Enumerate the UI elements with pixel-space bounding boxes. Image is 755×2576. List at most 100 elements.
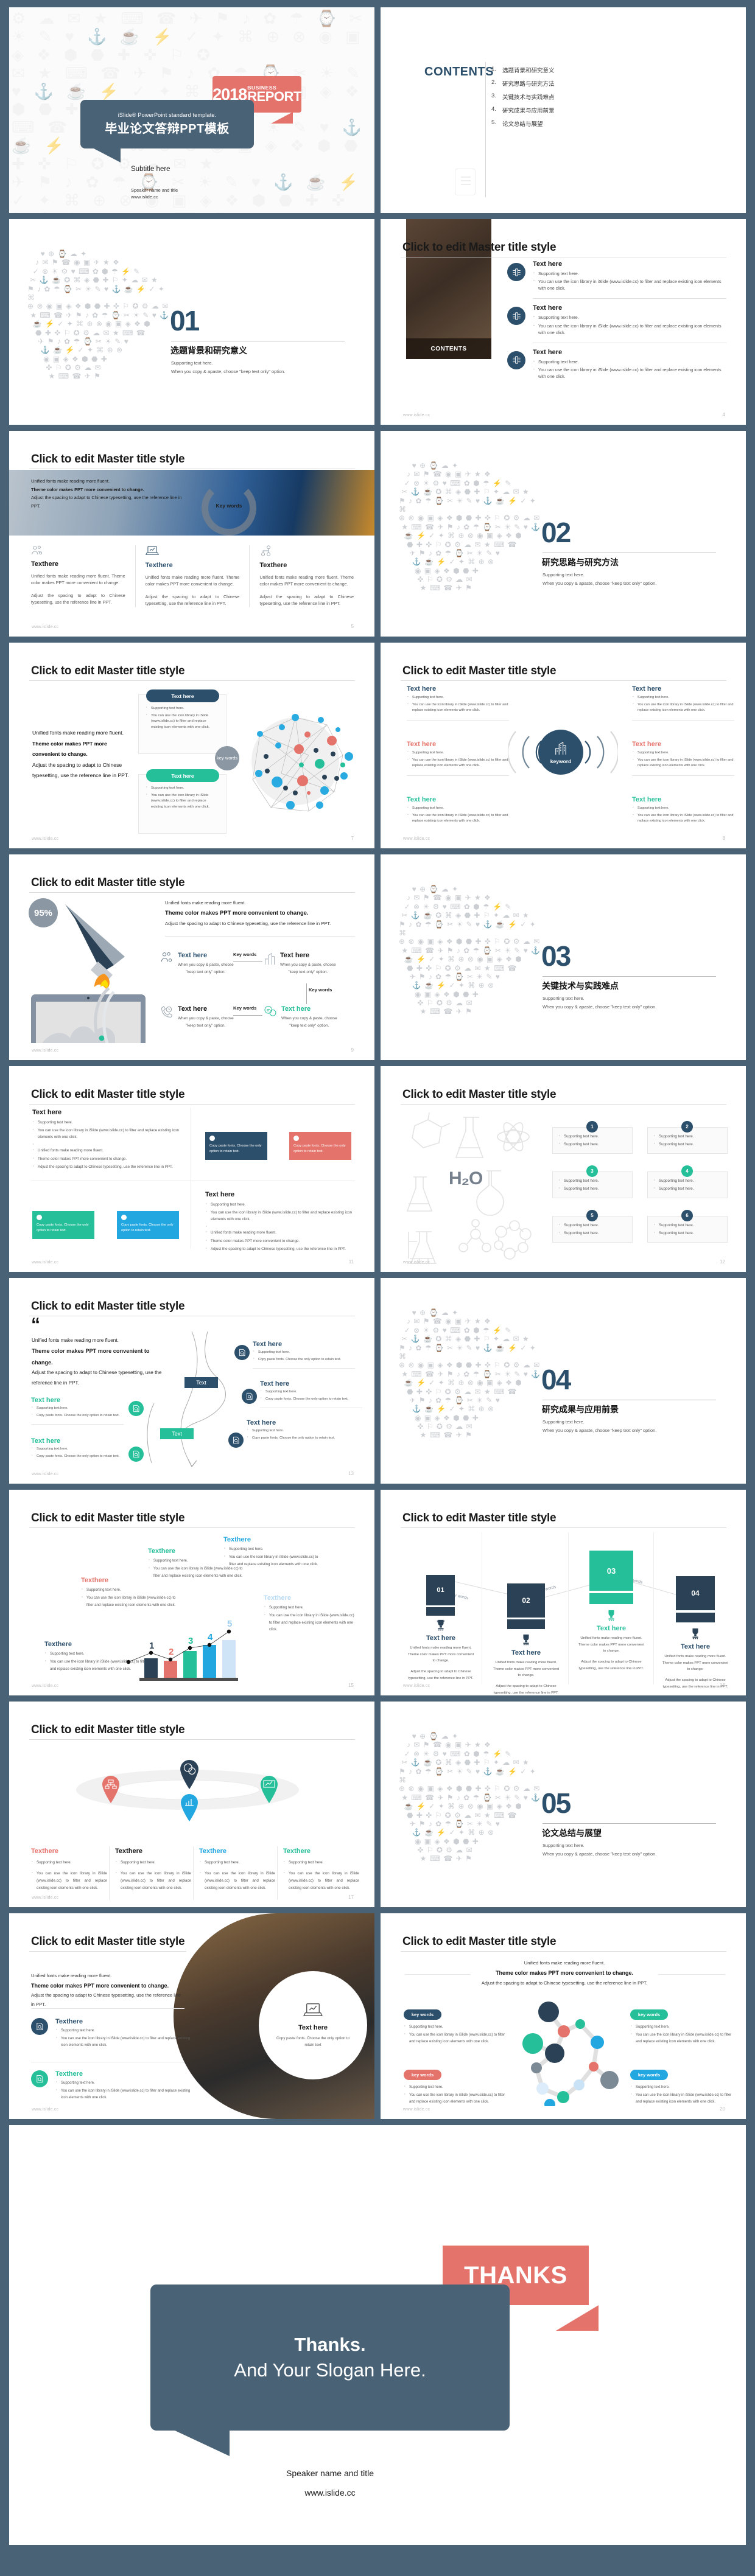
col-p1: Unified fonts make reading more fluent. … — [145, 574, 240, 587]
slide-section-03[interactable]: ♥ ⊕ ⌚ ☁ ✦ ♪ ✉ ⚑ ☎ ◉ ▣ ✈ ★ ❖ ✓ ⊗ ☀ ⚙ ♥ ⌨ … — [381, 854, 746, 1060]
tag-green[interactable]: Text — [160, 1428, 194, 1439]
step-head: Text here — [426, 1635, 456, 1642]
lead-3: Adjust the spacing to adapt to Chinese t… — [32, 761, 129, 779]
slide-5-banner-three-col[interactable]: Click to edit Master title style Unified… — [9, 431, 374, 637]
title-rule — [401, 1951, 726, 1952]
thanks-main-bubble: Thanks. And Your Slogan Here. — [150, 2285, 510, 2431]
col-head: Texthere — [31, 560, 59, 568]
quote-mark: “ — [31, 1314, 40, 1335]
tag-label: key words — [411, 2012, 434, 2017]
col-p2: Adjust the spacing to adapt to Chinese t… — [259, 594, 354, 607]
keywords-bubble: key words — [215, 746, 239, 770]
item-head: Text here — [31, 1437, 61, 1445]
pin-green[interactable] — [260, 1776, 278, 1803]
quad-head: Text here — [281, 1005, 311, 1013]
item-label: 研究成果与应用前景 — [502, 108, 555, 114]
left-item: Text here Supporting text here.Copy past… — [31, 1397, 124, 1425]
list-item[interactable]: 3. 关键技术与实践难点 — [491, 92, 555, 101]
bullet: Supporting text here. — [558, 1140, 599, 1148]
monitor-01[interactable]: 01 — [426, 1575, 455, 1605]
slide-20-molecule[interactable]: Click to edit Master title style Unified… — [381, 1913, 746, 2119]
tag-navy[interactable]: key words — [404, 2009, 441, 2020]
bullet: Supporting text here. — [253, 1349, 355, 1356]
list-item[interactable]: 4. 研究成果与应用前景 — [491, 106, 555, 114]
network-graph — [251, 714, 353, 812]
slide-7-network[interactable]: Click to edit Master title style Unified… — [9, 643, 374, 848]
chip-navy[interactable]: Copy paste fonts. Choose the only option… — [205, 1132, 267, 1160]
slide-section-01[interactable]: ♥ ⊕ ⌚ ☁ ✦ ♪ ✉ ⚑ ☎ ◉ ▣ ✈ ★ ❖ ✓ ⊗ ☀ ⚙ ♥ ⌨ … — [9, 219, 374, 425]
slide-section-02[interactable]: ♥ ⊕ ⌚ ☁ ✦ ♪ ✉ ⚑ ☎ ◉ ▣ ✈ ★ ❖ ✓ ⊗ ☀ ⚙ ♥ ⌨ … — [381, 431, 746, 637]
slide-cover[interactable]: ⚙ ☁ ✉ ★ ⌨ ☎ ✈ ⚑ ♪ ✿ ☂ ⌚ ✂ ☀ ✎ ♥ ⚓ ☕ ⚡ ✓ … — [9, 7, 374, 213]
item-label: 研究思路与研究方法 — [502, 81, 555, 88]
left-item: Text here Supporting text here.Copy past… — [31, 1437, 124, 1461]
pin-red[interactable] — [102, 1776, 120, 1803]
step-number: 02 — [522, 1596, 530, 1605]
arrow-label: Key words — [233, 1005, 257, 1011]
bullet: Supporting text here. — [199, 1859, 275, 1866]
monitor-04[interactable]: 04 — [676, 1576, 715, 1610]
step-p1: Unified fonts make reading more fluent. … — [578, 1636, 645, 1653]
bullet: Supporting text here. — [653, 1133, 694, 1140]
tag-green[interactable]: key words — [630, 2009, 668, 2020]
slide-11-quadrants[interactable]: Click to edit Master title style Text he… — [9, 1066, 374, 1272]
bullet: Supporting text here. — [632, 750, 734, 756]
slide-4-photo-list[interactable]: CONTENTS Click to edit Master title styl… — [381, 219, 746, 425]
card-header-green: Text here — [146, 769, 219, 782]
list-item[interactable]: 2. 研究思路与研究方法 — [491, 79, 555, 88]
list-item[interactable]: 5. 论文总结与展望 — [491, 119, 555, 128]
slide-section-05[interactable]: ♥ ⊕ ⌚ ☁ ✦ ♪ ✉ ⚑ ☎ ◉ ▣ ✈ ★ ❖ ✓ ⊗ ☀ ⚙ ♥ ⌨ … — [381, 1702, 746, 1907]
tag-cyan[interactable]: key words — [630, 2070, 668, 2080]
footer-url: www.islide.cc — [403, 2107, 430, 2112]
chip-green[interactable]: Copy paste fonts. Choose the only option… — [32, 1211, 94, 1239]
trophy-icon — [605, 1609, 617, 1621]
card-head: Text here — [171, 693, 194, 699]
bullet: Supporting text here. — [533, 313, 726, 321]
tag-red[interactable]: key words — [404, 2070, 441, 2080]
cell-number: 3 — [591, 1168, 594, 1174]
cover-title-bubble: iSlide® PowerPoint standard template. 毕业… — [80, 100, 254, 162]
slide-12-chemistry[interactable]: Click to edit Master title style H₂O 1 S… — [381, 1066, 746, 1272]
head-silhouette-icon: ♥ ⊕ ⌚ ☁ ✦ ♪ ✉ ⚑ ☎ ◉ ▣ ✈ ★ ❖ ✓ ⊗ ☀ ⚙ ♥ ⌨ … — [399, 461, 541, 593]
quad-l2: "keep text only" option. — [186, 969, 226, 974]
card-head: Text here — [171, 772, 194, 779]
slide-16-steps[interactable]: Click to edit Master title style key wor… — [381, 1490, 746, 1695]
page-title: Click to edit Master title style — [402, 665, 557, 677]
slide-contents[interactable]: CONTENTS 1. 选题背景和研究意义 2. 研究思路与研究方法 3. 关键技术与… — [381, 7, 746, 213]
cell-number: 5 — [591, 1213, 594, 1218]
quad-l2: "keep text only" option. — [289, 1023, 329, 1028]
tag-label: key words — [637, 2072, 661, 2078]
slide-section-04[interactable]: ♥ ⊕ ⌚ ☁ ✦ ♪ ✉ ⚑ ☎ ◉ ▣ ✈ ★ ❖ ✓ ⊗ ☀ ⚙ ♥ ⌨ … — [381, 1278, 746, 1484]
slide-19-photo-circle[interactable]: Text here Copy paste fonts. Choose the o… — [9, 1913, 374, 2119]
slide-9-rocket[interactable]: Click to edit Master title style 95% Uni… — [9, 854, 374, 1060]
head-silhouette-icon: ♥ ⊕ ⌚ ☁ ✦ ♪ ✉ ⚑ ☎ ◉ ▣ ✈ ★ ❖ ✓ ⊗ ☀ ⚙ ♥ ⌨ … — [27, 250, 170, 381]
monitor-02[interactable]: 02 — [507, 1583, 545, 1618]
slide-8-radial-keyword[interactable]: Click to edit Master title style Text he… — [381, 643, 746, 848]
page-title: Click to edit Master title style — [31, 453, 185, 466]
photo-caption: CONTENTS — [430, 345, 467, 352]
list-item[interactable]: 1. 选题背景和研究意义 — [491, 66, 555, 74]
tag-navy[interactable]: Text — [184, 1377, 218, 1388]
banner-text: Unified fonts make reading more fluent. … — [31, 477, 183, 511]
bullet: Copy paste fonts. Choose the only option… — [253, 1356, 355, 1363]
chip-cyan[interactable]: Copy paste fonts. Choose the only option… — [117, 1211, 179, 1239]
item-number: 3. — [491, 92, 496, 99]
thanks-speaker: Speaker name and title — [286, 2468, 374, 2478]
bullet: Supporting text here. — [55, 2079, 191, 2087]
keyword-label: keyword — [550, 758, 572, 764]
monitor-03[interactable]: 03 — [589, 1551, 633, 1591]
slide-17-map-pins[interactable]: Click to edit Master title style Texther… — [9, 1702, 374, 1907]
chip-red[interactable]: Copy paste fonts. Choose the only option… — [289, 1132, 351, 1160]
section-title: 论文总结与展望 — [542, 1828, 602, 1838]
bar-5 — [222, 1640, 236, 1678]
slide-15-bar-chart[interactable]: Click to edit Master title style Texther… — [9, 1490, 374, 1695]
row-head: Text here — [533, 304, 563, 312]
pin-cyan[interactable] — [180, 1794, 198, 1821]
slide-13-flow[interactable]: Click to edit Master title style “ Unifi… — [9, 1278, 374, 1484]
title-rule — [29, 1951, 186, 1952]
page-title: Click to edit Master title style — [31, 1300, 185, 1313]
page-title: Click to edit Master title style — [402, 1935, 557, 1948]
pin-navy[interactable] — [180, 1760, 199, 1789]
slide-thanks[interactable]: THANKS Thanks. And Your Slogan Here. Spe… — [9, 2125, 746, 2545]
column: Texthere Unified fonts make reading more… — [136, 545, 250, 607]
block-head: Text here — [632, 685, 662, 693]
